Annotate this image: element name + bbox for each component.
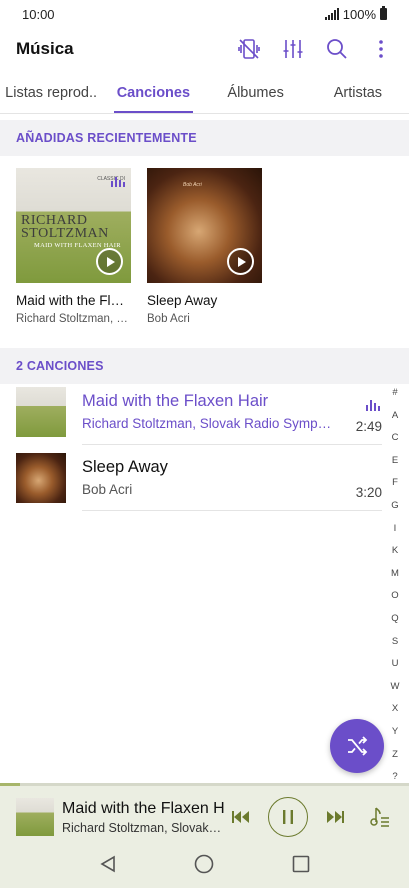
- alphabet-index-letter[interactable]: O: [391, 585, 398, 608]
- battery-icon: [380, 6, 387, 20]
- pause-icon: [283, 810, 293, 824]
- status-indicators: 100%: [324, 6, 387, 22]
- app-bar: Música: [0, 28, 409, 70]
- recent-album-title: Sleep Away: [147, 293, 218, 308]
- shuffle-button[interactable]: [330, 719, 384, 773]
- song-info: Maid with the Flaxen Hair Richard Stoltz…: [82, 379, 382, 445]
- alphabet-index-letter[interactable]: Z: [392, 744, 398, 767]
- now-playing-artist: Richard Stoltzman, Slovak Radio Symphony…: [62, 820, 224, 835]
- alphabet-index-letter[interactable]: Y: [392, 721, 398, 744]
- tab-playlists[interactable]: Listas reprod..: [0, 72, 102, 113]
- alphabet-index-letter[interactable]: E: [392, 450, 398, 473]
- back-icon[interactable]: [99, 855, 117, 873]
- tab-songs[interactable]: Canciones: [102, 72, 204, 113]
- status-time: 10:00: [22, 6, 55, 22]
- now-playing-title: Maid with the Flaxen Hair: [62, 799, 224, 817]
- home-icon[interactable]: [194, 854, 214, 874]
- alphabet-index-letter[interactable]: W: [391, 676, 400, 699]
- cover-logo-icon: [111, 177, 125, 187]
- cover-title-line: Bob Acri: [183, 182, 202, 188]
- mini-player[interactable]: Maid with the Flaxen Hair Richard Stoltz…: [0, 783, 409, 888]
- signal-icon: [324, 8, 339, 20]
- alphabet-index-letter[interactable]: X: [392, 698, 398, 721]
- song-duration: 3:20: [355, 485, 382, 500]
- play-icon[interactable]: [96, 248, 123, 275]
- more-vert-icon[interactable]: [369, 37, 393, 61]
- alphabet-index-letter[interactable]: M: [391, 563, 399, 586]
- song-artist: Richard Stoltzman, Slovak Radio Symphony…: [82, 416, 382, 431]
- cover-title-line: STOLTZMAN: [21, 226, 109, 241]
- pause-button[interactable]: [268, 797, 308, 837]
- system-nav-bar: [0, 840, 409, 888]
- song-row[interactable]: Sleep Away Bob Acri 3:20: [0, 445, 382, 511]
- progress-fill: [0, 783, 21, 786]
- now-playing-info[interactable]: Maid with the Flaxen Hair Richard Stoltz…: [62, 800, 224, 835]
- song-info: Sleep Away Bob Acri 3:20: [82, 445, 382, 511]
- song-artist: Bob Acri: [82, 482, 133, 497]
- alphabet-index[interactable]: # A C E F G I K M O Q S U W X Y Z?: [387, 382, 403, 789]
- recently-added-header: AÑADIDAS RECIENTEMENTE: [0, 120, 409, 156]
- recents-icon[interactable]: [292, 855, 310, 873]
- song-title: Sleep Away: [82, 458, 168, 476]
- recent-album-card[interactable]: CLASSIC DI RICHARD STOLTZMAN MAID WITH F…: [16, 168, 131, 340]
- play-icon[interactable]: [227, 248, 254, 275]
- status-bar: 10:00 100%: [0, 0, 409, 28]
- tab-artists[interactable]: Artistas: [307, 72, 409, 113]
- recently-added-list: CLASSIC DI RICHARD STOLTZMAN MAID WITH F…: [0, 158, 409, 340]
- search-icon[interactable]: [325, 37, 349, 61]
- recent-album-title: Maid with the Flaxen Hair: [16, 293, 131, 308]
- mini-player-row: Maid with the Flaxen Hair Richard Stoltz…: [0, 788, 409, 846]
- queue-button[interactable]: [370, 806, 390, 828]
- page-title: Música: [16, 39, 74, 58]
- skip-previous-icon: [232, 811, 249, 823]
- playback-controls: [232, 788, 390, 846]
- shuffle-icon: [348, 736, 368, 756]
- tab-bar: Listas reprod.. Canciones Álbumes Artist…: [0, 72, 409, 114]
- next-button[interactable]: [326, 811, 344, 823]
- alphabet-index-letter[interactable]: I: [394, 518, 397, 541]
- alphabet-index-letter[interactable]: F: [392, 472, 398, 495]
- alphabet-index-letter[interactable]: U: [392, 653, 399, 676]
- song-title: Maid with the Flaxen Hair: [82, 392, 269, 410]
- playback-progress[interactable]: [0, 783, 409, 786]
- alphabet-index-letter[interactable]: Q: [391, 608, 398, 631]
- skip-next-icon: [327, 811, 344, 823]
- album-cover: Bob Acri: [147, 168, 262, 283]
- recent-album-card[interactable]: Bob Acri Sleep Away Bob Acri: [147, 168, 262, 340]
- song-row[interactable]: Maid with the Flaxen Hair Richard Stoltz…: [0, 379, 382, 445]
- now-playing-thumbnail: [16, 798, 54, 836]
- recent-album-artist: Richard Stoltzman, Slovak Radio Symphony: [16, 313, 131, 325]
- album-cover: CLASSIC DI RICHARD STOLTZMAN MAID WITH F…: [16, 168, 131, 283]
- toolbar-actions: [237, 37, 393, 61]
- vibrate-off-icon[interactable]: [237, 37, 261, 61]
- alphabet-index-letter[interactable]: K: [392, 540, 398, 563]
- alphabet-index-letter[interactable]: A: [392, 405, 398, 428]
- alphabet-index-letter[interactable]: C: [392, 427, 399, 450]
- now-playing-icon: [366, 400, 380, 411]
- equalizer-icon[interactable]: [281, 37, 305, 61]
- alphabet-index-letter[interactable]: S: [392, 631, 398, 654]
- song-thumbnail: [16, 387, 66, 437]
- previous-button[interactable]: [232, 811, 250, 823]
- alphabet-index-letter[interactable]: #: [392, 382, 397, 405]
- queue-music-icon: [370, 807, 389, 827]
- tab-albums[interactable]: Álbumes: [205, 72, 307, 113]
- song-duration: 2:49: [355, 419, 382, 434]
- battery-percent: 100%: [342, 6, 376, 22]
- alphabet-index-letter[interactable]: G: [391, 495, 398, 518]
- song-thumbnail: [16, 453, 66, 503]
- music-app-screen: 10:00 100% Música Listas reprod.. Cancio…: [0, 0, 409, 888]
- recent-album-artist: Bob Acri: [147, 313, 190, 325]
- songs-list: Maid with the Flaxen Hair Richard Stoltz…: [0, 379, 382, 511]
